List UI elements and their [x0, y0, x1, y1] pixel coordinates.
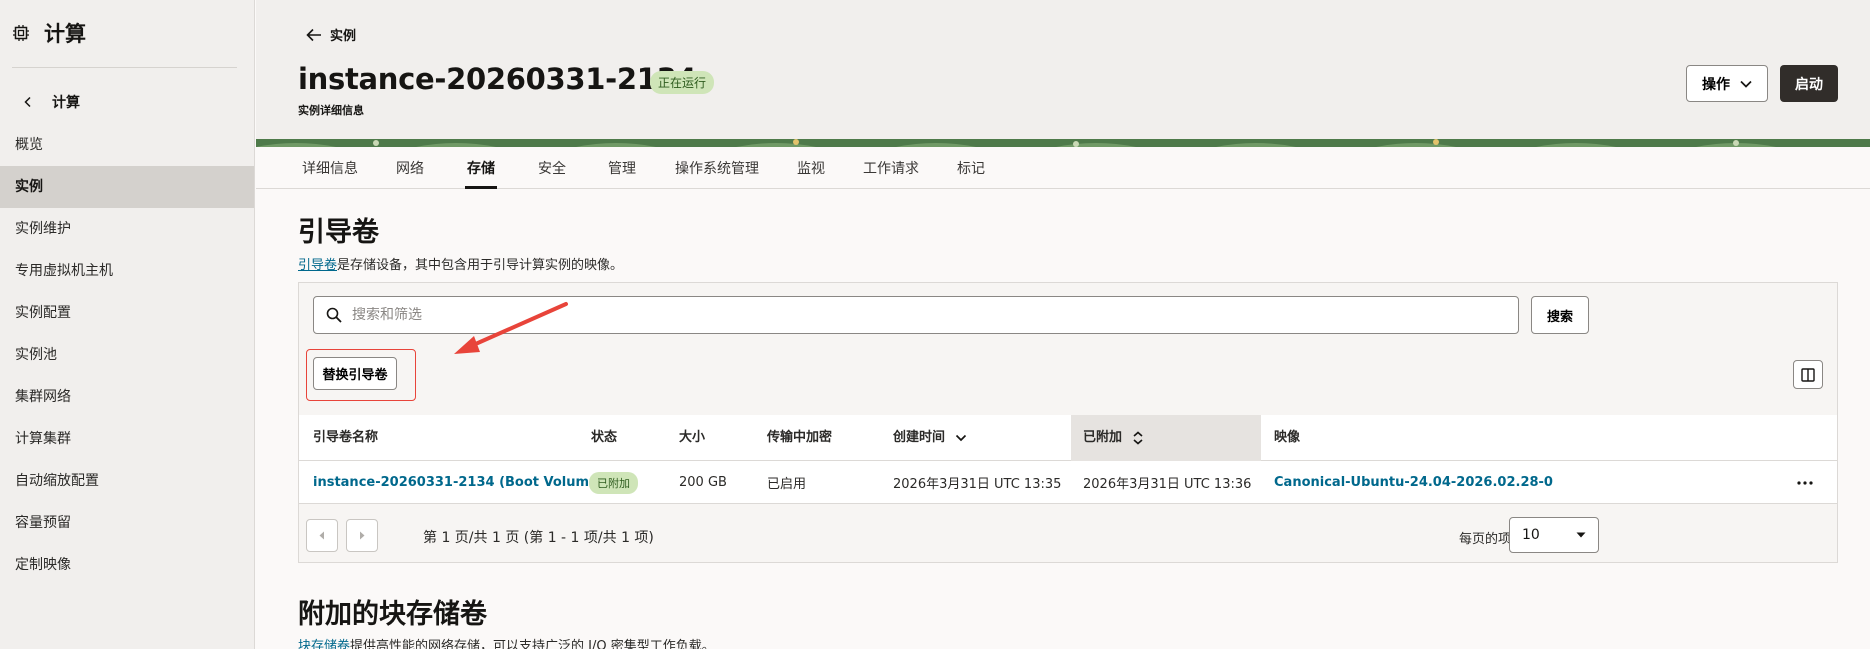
col-encryption-label: 传输中加密: [767, 430, 833, 445]
sidebar-item-overview[interactable]: 概览: [0, 124, 254, 166]
col-attached-label: 已附加: [1083, 430, 1123, 445]
tab-work-requests[interactable]: 工作请求: [863, 158, 919, 178]
table-header: 引导卷名称 状态 大小 传输中加密 创建时间 已附加 映像: [299, 415, 1837, 461]
sidebar-item-capacity-reservations[interactable]: 容量预留: [0, 502, 254, 544]
boot-volume-doc-link[interactable]: 引导卷: [298, 258, 337, 273]
decorative-banner: [256, 139, 1870, 147]
sidebar-item-dedicated-vm-hosts[interactable]: 专用虚拟机主机: [0, 250, 254, 292]
boot-volume-description: 引导卷是存储设备，其中包含用于引导计算实例的映像。: [298, 254, 623, 273]
back-to-instances-link[interactable]: 实例: [306, 25, 356, 44]
annotation-arrow: [454, 302, 568, 354]
per-page-select[interactable]: 10: [1509, 517, 1599, 553]
tab-tags[interactable]: 标记: [957, 158, 985, 178]
col-size-header: 大小: [679, 415, 705, 461]
row-actions-menu[interactable]: [1797, 461, 1813, 504]
arrow-left-icon: [306, 28, 321, 41]
boot-volume-heading: 引导卷: [298, 217, 379, 248]
caret-left-icon: [319, 531, 324, 540]
search-button[interactable]: 搜索: [1531, 296, 1589, 334]
boot-volume-description-text: 是存储设备，其中包含用于引导计算实例的映像。: [337, 258, 624, 273]
block-volume-description-text: 提供高性能的网络存储，可以支持广泛的 I/O 密集型工作负载。: [350, 639, 715, 649]
sidebar-nav: 概览 实例 实例维护 专用虚拟机主机 实例配置 实例池 集群网络 计算集群 自动…: [0, 124, 254, 586]
col-state-header: 状态: [591, 415, 617, 461]
sort-down-icon: [955, 434, 967, 442]
back-label: 实例: [330, 29, 357, 44]
tab-networking[interactable]: 网络: [396, 158, 424, 178]
col-name-label: 引导卷名称: [313, 430, 379, 445]
page-title: instance-20260331-2134: [298, 62, 697, 96]
col-created-label: 创建时间: [893, 430, 946, 445]
boot-volume-name-link[interactable]: instance-20260331-2134 (Boot Volume): [313, 475, 604, 490]
block-volume-doc-link[interactable]: 块存储卷: [298, 639, 350, 649]
sidebar-item-instance-configurations[interactable]: 实例配置: [0, 292, 254, 334]
cell-state: 已附加: [589, 461, 638, 504]
page-subtitle: 实例详细信息: [298, 104, 364, 117]
col-image-header: 映像: [1274, 415, 1300, 461]
chip-icon: [13, 25, 29, 41]
table-row: instance-20260331-2134 (Boot Volume) 已附加…: [299, 461, 1837, 504]
sidebar-item-cluster-networks[interactable]: 集群网络: [0, 376, 254, 418]
sidebar-item-instances[interactable]: 实例: [0, 166, 254, 208]
col-size-label: 大小: [679, 430, 706, 445]
cell-created: 2026年3月31日 UTC 13:35: [893, 477, 1062, 492]
actions-menu-button[interactable]: 操作: [1686, 65, 1768, 102]
next-page-button[interactable]: [346, 519, 378, 552]
per-page-value: 10: [1522, 527, 1540, 543]
caret-down-icon: [1576, 532, 1586, 538]
status-badge: 正在运行: [650, 71, 715, 94]
sidebar-item-instance-maintenance[interactable]: 实例维护: [0, 208, 254, 250]
col-attached-header[interactable]: 已附加: [1071, 415, 1261, 461]
tab-storage[interactable]: 存储: [465, 158, 497, 189]
tab-details[interactable]: 详细信息: [302, 158, 358, 178]
tab-monitoring[interactable]: 监视: [797, 158, 825, 178]
cell-name: instance-20260331-2134 (Boot Volume): [313, 461, 604, 504]
cell-attached: 2026年3月31日 UTC 13:36: [1083, 477, 1252, 492]
tab-os-management[interactable]: 操作系统管理: [675, 158, 759, 178]
sidebar-back-label: 计算: [52, 95, 80, 111]
sidebar-back-link[interactable]: 计算: [22, 92, 80, 112]
col-created-header[interactable]: 创建时间: [893, 415, 967, 461]
sidebar-item-autoscaling[interactable]: 自动缩放配置: [0, 460, 254, 502]
prev-page-button[interactable]: [306, 519, 338, 552]
detail-tabs: 详细信息 网络 存储 安全 管理 操作系统管理 监视 工作请求 标记: [256, 147, 1870, 189]
cell-encryption: 已启用: [767, 477, 807, 492]
sort-updown-icon: [1133, 431, 1143, 445]
chevron-down-icon: [1740, 80, 1752, 88]
tab-security[interactable]: 安全: [538, 158, 566, 178]
sidebar-item-instance-pools[interactable]: 实例池: [0, 334, 254, 376]
block-volume-heading: 附加的块存储卷: [298, 599, 487, 630]
sidebar-item-compute-clusters[interactable]: 计算集群: [0, 418, 254, 460]
sidebar-item-custom-images[interactable]: 定制映像: [0, 544, 254, 586]
sidebar-header: 计算: [0, 0, 254, 66]
start-button[interactable]: 启动: [1780, 65, 1838, 102]
chevron-left-icon: [24, 96, 31, 108]
cell-image: Canonical-Ubuntu-24.04-2026.02.28-0: [1274, 461, 1553, 504]
search-icon: [326, 307, 342, 323]
tab-management[interactable]: 管理: [608, 158, 636, 178]
page-header: 实例 instance-20260331-2134 正在运行 实例详细信息 操作…: [256, 0, 1870, 147]
attached-badge: 已附加: [589, 471, 638, 494]
col-name-header: 引导卷名称: [313, 415, 378, 461]
replace-boot-volume-button[interactable]: 替换引导卷: [313, 357, 397, 390]
sidebar-divider: [12, 67, 237, 68]
image-link[interactable]: Canonical-Ubuntu-24.04-2026.02.28-0: [1274, 475, 1553, 490]
sidebar: 计算 计算 概览 实例 实例维护 专用虚拟机主机 实例配置 实例池 集群网络 计…: [0, 0, 255, 649]
cell-size: 200 GB: [679, 475, 727, 490]
more-options-icon: [1797, 480, 1813, 485]
block-volume-description: 块存储卷提供高性能的网络存储，可以支持广泛的 I/O 密集型工作负载。: [298, 635, 715, 649]
columns-icon: [1801, 367, 1815, 382]
sidebar-title: 计算: [44, 22, 86, 46]
caret-right-icon: [360, 531, 365, 540]
col-encryption-header: 传输中加密: [767, 415, 832, 461]
pagination-summary: 第 1 页/共 1 页 (第 1 - 1 项/共 1 项): [423, 530, 654, 546]
col-image-label: 映像: [1274, 430, 1301, 445]
actions-label: 操作: [1702, 76, 1730, 93]
column-settings-button[interactable]: [1793, 360, 1823, 389]
col-state-label: 状态: [591, 430, 618, 445]
